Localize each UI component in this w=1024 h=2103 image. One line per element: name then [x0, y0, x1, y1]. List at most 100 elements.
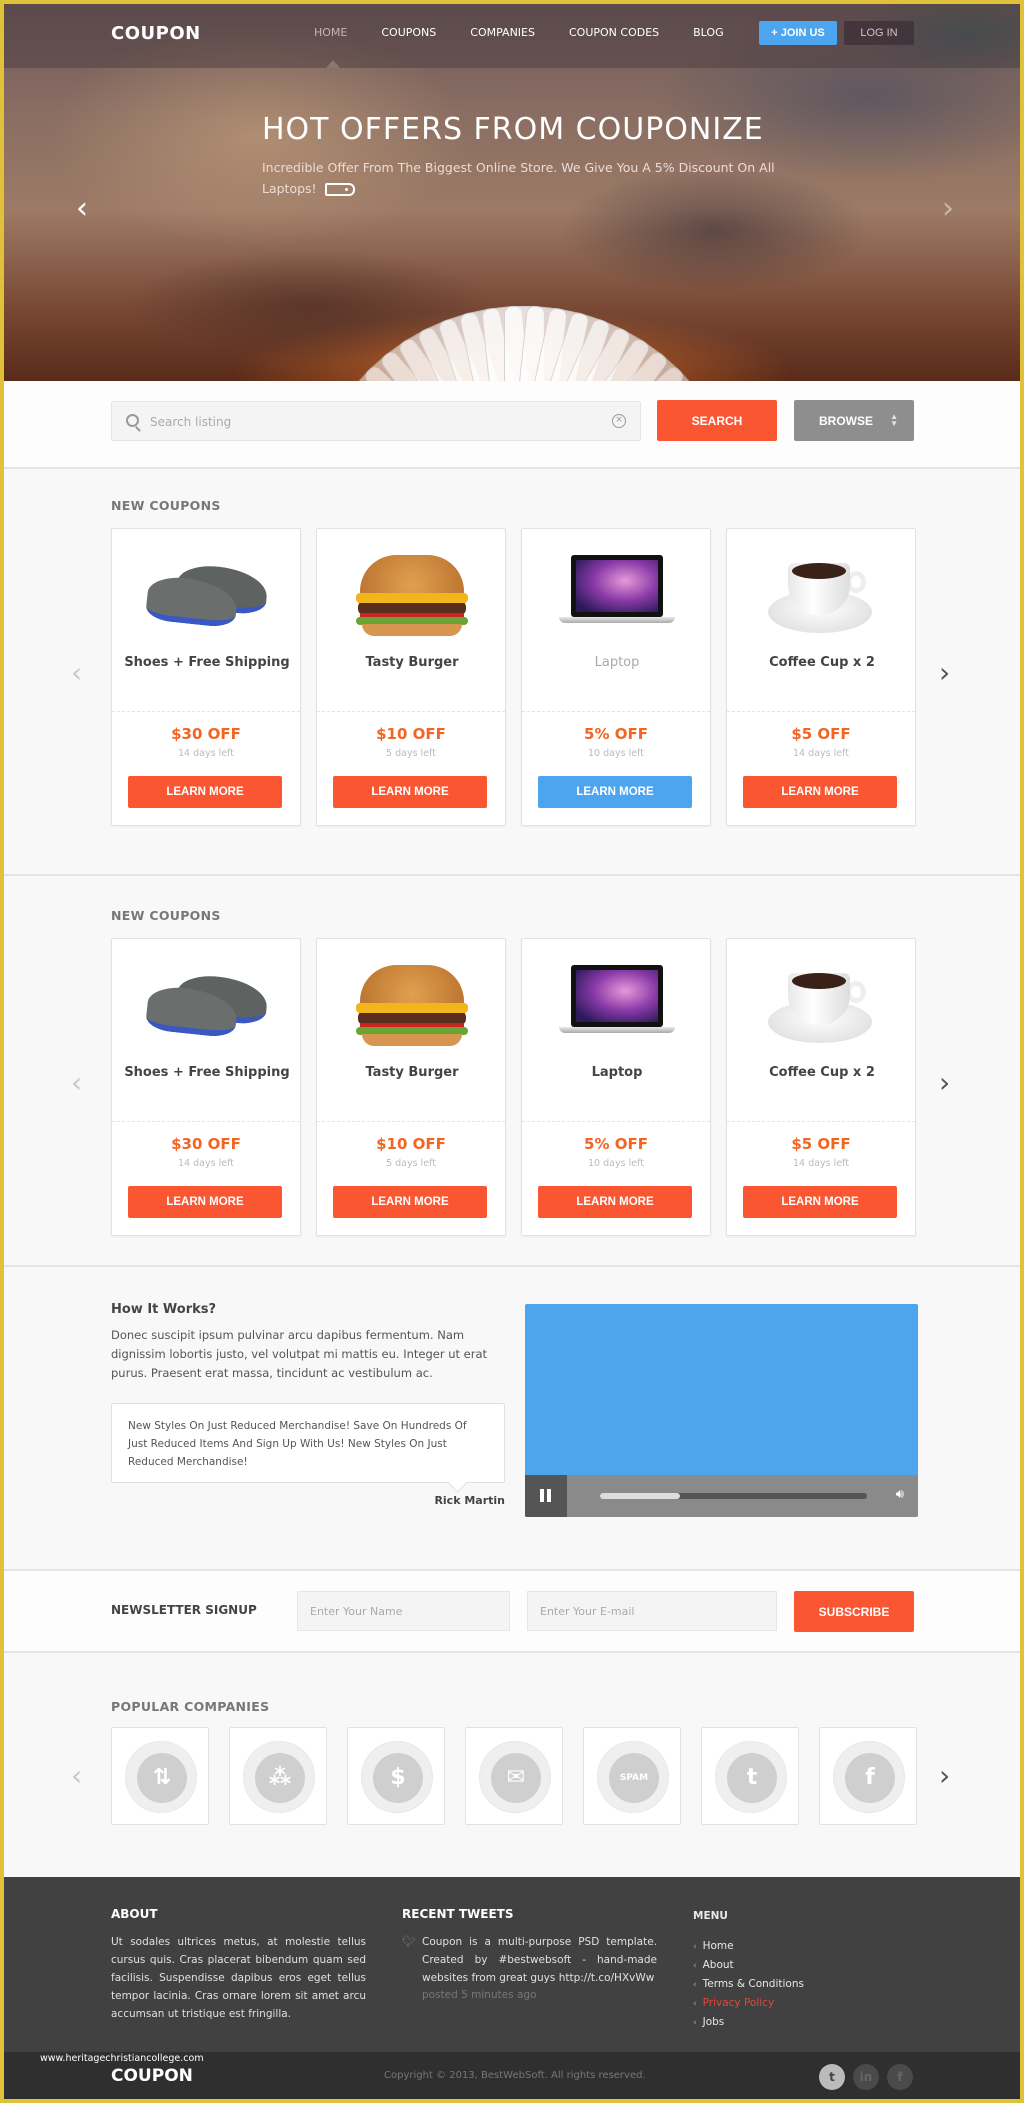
coupon-name[interactable]: Shoes + Free Shipping — [122, 1062, 292, 1083]
nav-coupons[interactable]: COUPONS — [381, 26, 436, 39]
footer-menu-item[interactable]: ‹ About — [693, 1956, 893, 1975]
chevron-left-icon: ‹ — [693, 1980, 697, 1990]
clear-icon[interactable]: × — [612, 414, 626, 428]
footer-menu-item[interactable]: ‹ Terms & Conditions — [693, 1975, 893, 1994]
hero-banner: COUPON HOME COUPONS COMPANIES COUPON COD… — [4, 4, 1020, 381]
coupon-discount: $5 OFF — [791, 725, 851, 743]
learn-more-button[interactable]: LEARN MORE — [333, 1186, 487, 1218]
browse-dropdown[interactable]: BROWSE ▲ ▼ — [794, 400, 914, 441]
name-input[interactable] — [297, 1591, 510, 1631]
card-divider — [727, 711, 915, 712]
footer-menu-item[interactable]: ‹ Jobs — [693, 2013, 893, 2032]
companies-prev-arrow[interactable]: ‹ — [71, 1761, 82, 1791]
newsletter-band: NEWSLETTER SIGNUP SUBSCRIBE — [4, 1569, 1020, 1653]
coffee-shape — [792, 563, 846, 579]
footer-menu-item[interactable]: ‹ Home — [693, 1937, 893, 1956]
coupon-card[interactable]: Shoes + Free Shipping $30 OFF 14 days left… — [111, 528, 301, 826]
logo[interactable]: COUPON — [111, 23, 201, 44]
copyright: Copyright © 2013, BestWebSoft. All right… — [384, 2070, 646, 2081]
search-button[interactable]: SEARCH — [657, 400, 777, 441]
learn-more-button[interactable]: LEARN MORE — [128, 1186, 282, 1218]
coupon-name[interactable]: Coffee Cup x 2 — [737, 1062, 907, 1083]
search-band: × SEARCH BROWSE ▲▼ — [4, 381, 1020, 469]
coupon-card[interactable]: Shoes + Free Shipping $30 OFF 14 days left… — [111, 938, 301, 1236]
bun-shape — [360, 965, 464, 1007]
coupon-card[interactable]: Coffee Cup x 2 $5 OFF 14 days left LEARN MO… — [726, 938, 916, 1236]
carousel-next-arrow[interactable]: › — [939, 1068, 950, 1098]
subscribe-button[interactable]: SUBSCRIBE — [794, 1591, 914, 1632]
coupon-name[interactable]: Laptop — [532, 1062, 702, 1083]
search-input[interactable] — [150, 411, 590, 433]
coupon-card[interactable]: Coffee Cup x 2 $5 OFF 14 days left LEARN MO… — [726, 528, 916, 826]
coupon-card[interactable]: Tasty Burger $10 OFF 5 days left LEARN MORE — [316, 528, 506, 826]
footer-tweets: RECENT TWEETS 🐦︎ Coupon is a multi-purpo… — [402, 1907, 657, 2001]
carousel-prev-arrow[interactable]: ‹ — [71, 658, 82, 688]
learn-more-button[interactable]: LEARN MORE — [743, 1186, 897, 1218]
dollar-icon: $ — [373, 1753, 423, 1803]
coupon-name[interactable]: Shoes + Free Shipping — [122, 652, 292, 673]
coupons-section-1: NEW COUPONS ‹ Shoes + Free Shipping $30 O… — [4, 471, 1020, 876]
company-badge: ⁂ — [243, 1741, 315, 1813]
coupon-discount: $10 OFF — [376, 1135, 446, 1153]
join-us-button[interactable]: + JOIN US — [759, 21, 837, 45]
company-tile[interactable]: ⇅ — [111, 1727, 209, 1825]
company-tile[interactable]: t — [701, 1727, 799, 1825]
testimonial-author: Rick Martin — [434, 1494, 505, 1507]
video-player[interactable]: 🔊︎ — [525, 1304, 918, 1517]
twitter-icon: t — [727, 1753, 777, 1803]
company-tile[interactable]: ✉ — [465, 1727, 563, 1825]
coupon-card[interactable]: Tasty Burger $10 OFF 5 days left LEARN MORE — [316, 938, 506, 1236]
coupon-name[interactable]: Laptop — [532, 652, 702, 673]
hero-prev-arrow[interactable]: ‹ — [76, 194, 88, 224]
footer-menu-label: Terms & Conditions — [702, 1978, 804, 1990]
coupon-name[interactable]: Coffee Cup x 2 — [737, 652, 907, 673]
learn-more-button[interactable]: LEARN MORE — [538, 776, 692, 808]
spam-icon: SPAM — [609, 1753, 659, 1803]
company-badge: SPAM — [597, 1741, 669, 1813]
company-tile[interactable]: $ — [347, 1727, 445, 1825]
footer-menu-list: ‹ Home ‹ About ‹ Terms & Conditions ‹ Privacy P… — [693, 1937, 893, 2032]
footer-logo[interactable]: COUPON — [111, 2066, 193, 2086]
email-input[interactable] — [527, 1591, 777, 1631]
log-in-button[interactable]: LOG IN — [844, 21, 914, 45]
search-box: × — [111, 401, 641, 441]
companies-next-arrow[interactable]: › — [939, 1761, 950, 1791]
learn-more-button[interactable]: LEARN MORE — [538, 1186, 692, 1218]
nav-home[interactable]: HOME — [314, 26, 347, 39]
footer-menu-label: Jobs — [702, 2016, 725, 2028]
coupon-name[interactable]: Tasty Burger — [327, 652, 497, 673]
video-progress-bar[interactable] — [600, 1493, 867, 1499]
footer: ABOUT Ut sodales ultrices metus, at mole… — [4, 1877, 1020, 2052]
tweet-text: Coupon is a multi-purpose PSD template. … — [422, 1936, 657, 1984]
learn-more-button[interactable]: LEARN MORE — [743, 776, 897, 808]
company-badge: $ — [361, 1741, 433, 1813]
hero-next-arrow[interactable]: › — [942, 194, 954, 224]
coupon-discount: $30 OFF — [171, 1135, 241, 1153]
how-it-works-title: How It Works? — [111, 1302, 217, 1317]
coupon-name[interactable]: Tasty Burger — [327, 1062, 497, 1083]
nav-coupon-codes[interactable]: COUPON CODES — [569, 26, 659, 39]
learn-more-button[interactable]: LEARN MORE — [333, 776, 487, 808]
company-tile[interactable]: f — [819, 1727, 917, 1825]
footer-tweets-title: RECENT TWEETS — [402, 1907, 514, 1921]
nav-companies[interactable]: COMPANIES — [470, 26, 535, 39]
volume-icon[interactable]: 🔊︎ — [896, 1487, 904, 1502]
nav-blog[interactable]: BLOG — [693, 26, 723, 39]
twitter-bird-icon: 🐦︎ — [402, 1935, 416, 1948]
coupon-days-left: 14 days left — [793, 748, 849, 759]
pause-button[interactable] — [525, 1475, 567, 1517]
company-tile[interactable]: SPAM — [583, 1727, 681, 1825]
twitter-icon[interactable]: t — [819, 2064, 845, 2090]
facebook-icon[interactable]: f — [887, 2064, 913, 2090]
card-divider — [317, 711, 505, 712]
linkedin-icon[interactable]: in — [853, 2064, 879, 2090]
coupon-card[interactable]: Laptop 5% OFF 10 days left LEARN MORE — [521, 528, 711, 826]
carousel-prev-arrow[interactable]: ‹ — [71, 1068, 82, 1098]
carousel-next-arrow[interactable]: › — [939, 658, 950, 688]
coupon-discount: $5 OFF — [791, 1135, 851, 1153]
footer-menu-item[interactable]: ‹ Privacy Policy — [693, 1994, 893, 2013]
coupon-card[interactable]: Laptop 5% OFF 10 days left LEARN MORE — [521, 938, 711, 1236]
facebook-icon: f — [845, 1753, 895, 1803]
learn-more-button[interactable]: LEARN MORE — [128, 776, 282, 808]
company-tile[interactable]: ⁂ — [229, 1727, 327, 1825]
